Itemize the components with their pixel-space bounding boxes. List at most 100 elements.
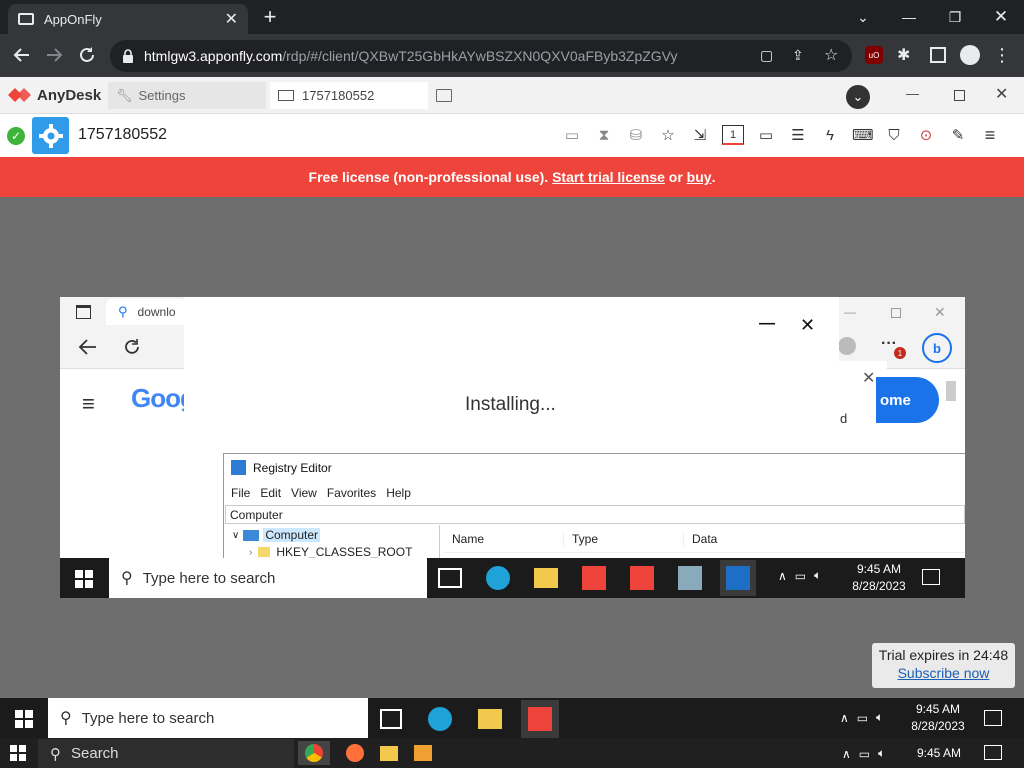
anydesk-app-icon[interactable]	[521, 700, 559, 738]
network-icon[interactable]: ▭	[795, 569, 806, 583]
registry-col-name[interactable]: Name	[444, 531, 564, 546]
buy-link[interactable]: buy	[687, 169, 712, 185]
remote-minimize-button[interactable]: —	[844, 305, 856, 319]
registry-menu-view[interactable]: View	[291, 486, 317, 500]
anydesk-app-icon[interactable]	[582, 566, 606, 590]
remote-search-box[interactable]: ⚲ Type here to search	[109, 558, 427, 598]
volume-icon[interactable]: 🔈︎	[878, 746, 885, 761]
shield-icon[interactable]: ⛉	[884, 127, 904, 144]
actions-bolt-icon[interactable]: ϟ	[820, 127, 840, 144]
mid-search-box[interactable]: ⚲ Type here to search	[48, 698, 368, 738]
anydesk-app-icon-2[interactable]	[630, 566, 654, 590]
anydesk-close-button[interactable]: ✕	[995, 84, 1008, 104]
mid-start-button[interactable]	[15, 710, 33, 728]
tab-search-chevron-icon[interactable]: ⌄	[840, 0, 886, 34]
volume-icon[interactable]: 🔈︎	[876, 710, 883, 725]
ublock-extension-icon[interactable]: uO	[865, 46, 883, 64]
minimize-window-button[interactable]: —	[886, 0, 932, 34]
registry-menu-file[interactable]: File	[231, 486, 250, 500]
tab-settings[interactable]: 🔧︎ Settings	[108, 82, 266, 109]
edge-icon[interactable]	[428, 707, 452, 731]
task-view-icon[interactable]	[380, 709, 402, 729]
close-tab-icon[interactable]: ✕	[225, 9, 238, 29]
back-button[interactable]	[10, 43, 34, 67]
popup-action-button[interactable]: ome	[876, 377, 939, 423]
star-icon[interactable]: ☆	[658, 126, 678, 144]
registry-tree-root[interactable]: ∨ Computer	[232, 528, 321, 542]
side-panel-icon[interactable]	[930, 47, 946, 63]
mid-notification-icon[interactable]	[984, 710, 1002, 726]
start-trial-link[interactable]: Start trial license	[552, 169, 665, 185]
new-session-icon[interactable]	[436, 89, 452, 102]
network-icon[interactable]: ▭	[859, 747, 870, 761]
host-notification-icon[interactable]	[984, 745, 1002, 760]
remote-notification-icon[interactable]	[922, 569, 940, 585]
url-bar[interactable]: htmlgw3.apponfly.com/rdp/#/client/QXBwT2…	[110, 40, 852, 72]
extensions-puzzle-icon[interactable]: ✱	[897, 44, 917, 66]
remote-start-button[interactable]	[75, 570, 93, 588]
whiteboard-icon[interactable]: ☰	[788, 126, 808, 144]
reload-button[interactable]	[75, 43, 99, 67]
tray-chevron-icon[interactable]: ∧	[840, 711, 849, 725]
anydesk-restore-button[interactable]	[954, 90, 965, 101]
tray-chevron-icon[interactable]: ∧	[842, 747, 851, 761]
remote-close-button[interactable]: ✕	[934, 304, 946, 321]
remote-profile-avatar-icon[interactable]	[838, 337, 856, 355]
remote-scrollbar[interactable]	[946, 381, 956, 401]
privacy-mode-icon[interactable]: ▭	[562, 126, 582, 144]
host-start-button[interactable]	[10, 745, 26, 761]
host-time[interactable]: 9:45 AM	[917, 746, 961, 760]
registry-menu-help[interactable]: Help	[386, 486, 411, 500]
network-icon[interactable]: ▭	[857, 711, 868, 725]
firefox-icon[interactable]	[346, 744, 364, 762]
registry-address-bar[interactable]: Computer	[225, 505, 965, 524]
hamburger-menu-icon[interactable]: ≡	[980, 125, 1000, 146]
edge-icon[interactable]	[486, 566, 510, 590]
file-explorer-icon[interactable]	[478, 709, 502, 729]
task-view-icon[interactable]	[438, 568, 462, 588]
remote-restore-button[interactable]	[891, 308, 901, 318]
file-explorer-icon[interactable]	[534, 568, 558, 588]
record-icon[interactable]: ⊙	[916, 126, 936, 144]
host-search-box[interactable]: ⚲ Search	[38, 739, 294, 768]
pen-draw-icon[interactable]: ✎	[948, 126, 968, 144]
share-icon[interactable]: ⇪	[792, 44, 812, 66]
file-explorer-icon[interactable]	[380, 745, 398, 761]
database-icon[interactable]: ⛁	[626, 126, 646, 144]
remote-screen[interactable]: ⚲ downlo ≡ Goog — ✕ ··· 1 b d ✕ ome — ✕ …	[60, 297, 965, 598]
download-chevron-icon[interactable]: ⌄	[846, 85, 870, 109]
chrome-menu-icon[interactable]: ⋮	[993, 44, 1011, 66]
registry-tree-hkcr[interactable]: › HKEY_CLASSES_ROOT	[249, 545, 412, 559]
remote-reload-button[interactable]	[122, 337, 142, 357]
bookmark-star-icon[interactable]: ☆	[824, 44, 844, 66]
registry-col-type[interactable]: Type	[564, 531, 684, 546]
clipboard-icon[interactable]: ▢	[760, 44, 780, 66]
chrome-taskbar-button[interactable]	[298, 741, 330, 765]
control-panel-icon[interactable]	[678, 566, 702, 590]
file-transfer-icon[interactable]: ⇲	[690, 126, 710, 144]
regedit-taskbar-icon[interactable]	[720, 560, 756, 596]
close-window-button[interactable]: ✕	[978, 0, 1024, 34]
volume-icon[interactable]: 🔈︎	[814, 568, 821, 583]
popup-close-icon[interactable]: ✕	[862, 368, 875, 388]
remote-back-button[interactable]	[78, 338, 98, 356]
chrome-tab-apponfly[interactable]: AppOnFly ✕	[8, 4, 248, 34]
registry-menu-edit[interactable]: Edit	[260, 486, 281, 500]
chat-icon[interactable]: ▭	[756, 126, 776, 144]
anydesk-minimize-button[interactable]: —	[906, 86, 919, 101]
store-bag-icon[interactable]	[414, 745, 432, 761]
restore-window-button[interactable]: ❐	[932, 0, 978, 34]
google-menu-icon[interactable]: ≡	[82, 391, 95, 417]
installing-close-button[interactable]: ✕	[800, 315, 815, 336]
forward-button[interactable]	[42, 43, 66, 67]
tab-session[interactable]: 1757180552	[270, 82, 428, 109]
subscribe-link[interactable]: Subscribe now	[872, 665, 1015, 681]
new-tab-button[interactable]: +	[258, 4, 282, 30]
remote-clock[interactable]: 9:45 AM 8/28/2023	[850, 562, 908, 593]
display-select-icon[interactable]: 1	[722, 125, 744, 145]
hourglass-icon[interactable]: ⧗	[594, 127, 614, 144]
tab-actions-icon[interactable]	[76, 305, 91, 319]
bing-icon[interactable]: b	[922, 333, 952, 363]
tray-chevron-icon[interactable]: ∧	[778, 569, 787, 583]
mid-clock[interactable]: 9:45 AM 8/28/2023	[905, 702, 971, 733]
